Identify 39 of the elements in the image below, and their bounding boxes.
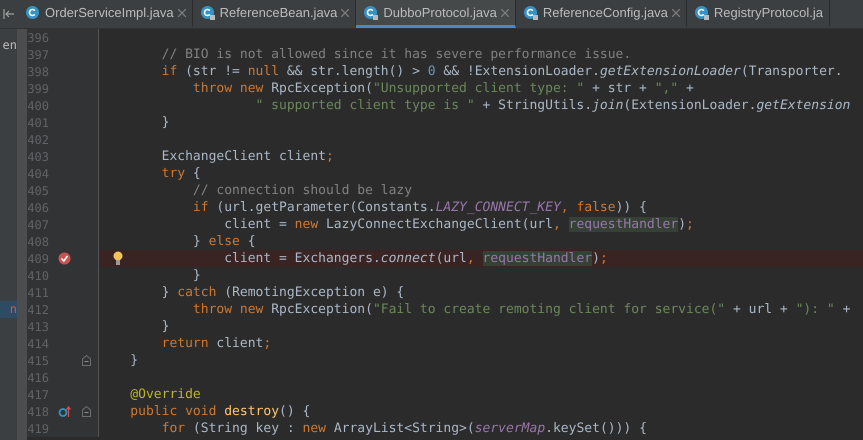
code-line: throw new RpcException("Unsupported client type: " + str + "," + xyxy=(192,80,695,97)
close-icon[interactable] xyxy=(500,8,509,16)
breakpoint-icon[interactable] xyxy=(58,252,70,265)
code-line: throw new RpcException("Fail to create remoting client for service(" + url + "): " + xyxy=(192,301,852,318)
code-line: } else { xyxy=(192,233,257,250)
code-line: } catch (RemotingException e) { xyxy=(160,284,406,301)
tab-label: DubboProtocol.java xyxy=(383,5,497,20)
code-line: " supported client type is " + StringUtils.join(ExtensionLoader.getExtension xyxy=(254,97,852,114)
code-line: if (url.getParameter(Constants.LAZY_CONNECT_KEY, false)) { xyxy=(192,199,648,216)
close-icon[interactable] xyxy=(178,8,186,16)
editor-tab[interactable]: DubboProtocol.java xyxy=(356,0,516,28)
close-icon[interactable] xyxy=(341,8,350,16)
lightbulb-icon[interactable] xyxy=(113,251,123,266)
code-line: ExchangeClient client; xyxy=(160,148,335,165)
fold-icon[interactable] xyxy=(82,406,90,417)
code-line: } xyxy=(160,114,170,131)
code-line: // connection should be lazy xyxy=(192,182,414,199)
code-line: if (str != null && str.length() > 0 && !ExtensionLoader.getExtensionLoader(Transporter. xyxy=(160,63,844,80)
code-line: // BIO is not allowed since it has severe performance issue. xyxy=(160,46,632,63)
fold-icon[interactable] xyxy=(82,355,90,366)
scrollbar[interactable] xyxy=(17,29,27,440)
code-line: public void destroy() { xyxy=(129,403,312,420)
code-line: for (String key : new ArrayList<String>(serverMap.keySet())) { xyxy=(160,420,648,437)
code-line: } xyxy=(160,318,170,335)
code-line: client = new LazyConnectExchangeClient(url, requestHandler); xyxy=(223,216,695,233)
pin-tabs-icon[interactable] xyxy=(3,9,15,19)
close-icon[interactable] xyxy=(672,8,680,16)
project-tree-item[interactable]: en xyxy=(0,37,17,54)
code-line: } xyxy=(129,352,140,369)
editor-tab[interactable]: ReferenceBean.java xyxy=(192,0,356,28)
code-line: @Override xyxy=(129,386,202,403)
tab-label: OrderServiceImpl.java xyxy=(45,5,174,20)
tab-label: RegistryProtocol.ja xyxy=(714,5,824,20)
tab-label: ReferenceConfig.java xyxy=(542,5,668,20)
override-icon[interactable] xyxy=(58,406,70,418)
code-line: } xyxy=(192,267,202,284)
code-line: return client; xyxy=(160,335,272,352)
tab-label: ReferenceBean.java xyxy=(220,5,338,20)
code-line: try { xyxy=(160,165,202,182)
